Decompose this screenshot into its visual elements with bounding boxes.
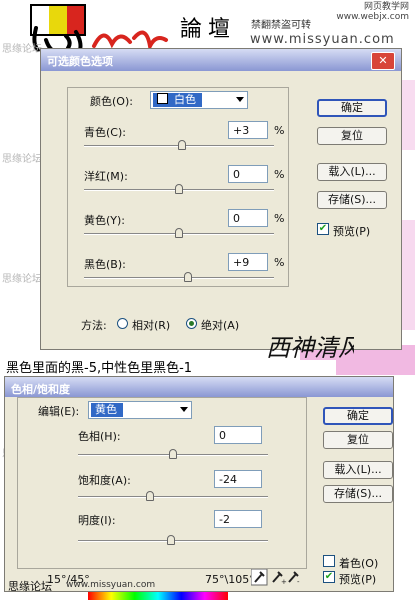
webjx-title: 网页教学网 (363, 2, 409, 12)
colorize-checkbox[interactable]: ✔ (323, 555, 335, 567)
dialog-titlebar[interactable]: 可选颜色选项 ✕ (41, 49, 401, 71)
percent-unit: % (274, 124, 285, 137)
footer-brand: 思缘论坛 (8, 580, 52, 593)
dialog-title: 色相/饱和度 (11, 383, 71, 396)
close-icon[interactable]: ✕ (371, 52, 395, 70)
saturation-label: 饱和度(A): (78, 474, 131, 487)
white-swatch-icon (157, 93, 168, 104)
webjx-url: www.webjx.com (336, 12, 409, 22)
dialog-titlebar[interactable]: 色相/饱和度 (5, 377, 393, 397)
cyan-slider-thumb[interactable] (177, 140, 186, 150)
saturation-value-input[interactable]: -24 (214, 470, 262, 488)
watermark: 思缘论坛 (2, 274, 42, 285)
colors-label: 颜色(O): (90, 95, 133, 108)
webjx-watermark: 网页教学网 www.webjx.com (336, 2, 409, 22)
edit-select[interactable]: 黄色 (88, 401, 192, 419)
colorize-label: 着色(O) (339, 557, 379, 570)
watermark: 思缘论坛 (2, 44, 42, 55)
method-label: 方法: (81, 319, 107, 332)
black-value-input[interactable]: +9 (228, 253, 268, 271)
hue-value-input[interactable]: 0 (214, 426, 262, 444)
save-button[interactable]: 存储(S)... (317, 191, 387, 209)
yellow-value-input[interactable]: 0 (228, 209, 268, 227)
chevron-down-icon (180, 407, 188, 412)
percent-unit: % (274, 256, 285, 269)
cyan-label: 青色(C): (84, 126, 126, 139)
load-button[interactable]: 载入(L)... (317, 163, 387, 181)
load-button[interactable]: 载入(L)... (323, 461, 393, 479)
hue-saturation-dialog: 色相/饱和度 编辑(E): 黄色 色相(H): 0 饱和度(A): -24 明度… (4, 376, 394, 592)
forum-brand: 論壇 (180, 17, 237, 42)
saturation-slider-track[interactable] (78, 496, 268, 498)
ok-button[interactable]: 确定 (323, 407, 393, 425)
colors-select[interactable]: 白色 (150, 91, 248, 109)
relative-label: 相对(R) (132, 319, 171, 332)
magenta-label: 洋红(M): (84, 170, 128, 183)
lightness-value-input[interactable]: -2 (214, 510, 262, 528)
copy-warning: 禁翻禁盗可转 (251, 20, 311, 31)
dialog-title: 可选颜色选项 (47, 55, 113, 68)
hue-label: 色相(H): (78, 430, 121, 443)
black-slider-track[interactable] (84, 277, 274, 279)
magenta-slider-thumb[interactable] (175, 184, 183, 194)
edit-group: 编辑(E): 黄色 色相(H): 0 饱和度(A): -24 明度(I): -2 (17, 397, 307, 569)
percent-unit: % (274, 212, 285, 225)
yellow-label: 黄色(Y): (84, 214, 126, 227)
save-button[interactable]: 存储(S)... (323, 485, 393, 503)
preview-checkbox[interactable]: ✔ (317, 223, 329, 235)
absolute-radio[interactable] (186, 318, 197, 329)
cyan-value-input[interactable]: +3 (228, 121, 268, 139)
colors-select-value: 白色 (174, 93, 196, 106)
site-url: www.missyuan.com (250, 32, 395, 47)
relative-radio[interactable] (117, 318, 128, 329)
footer-url: www.missyuan.com (66, 580, 156, 590)
yellow-slider-thumb[interactable] (175, 228, 183, 238)
hue-slider-thumb[interactable] (169, 449, 177, 459)
absolute-label: 绝对(A) (201, 319, 240, 332)
reset-button[interactable]: 复位 (323, 431, 393, 449)
selective-color-dialog: 可选颜色选项 ✕ 颜色(O): 白色 青色(C): +3 % 洋红(M): 0 … (40, 48, 402, 350)
stamp-text: 西神清风 (266, 334, 354, 362)
preview-label: 预览(P) (333, 225, 371, 238)
ok-button[interactable]: 确定 (317, 99, 387, 117)
edit-label: 编辑(E): (38, 405, 80, 418)
colors-group: 颜色(O): 白色 青色(C): +3 % 洋红(M): 0 % 黄色(Y): … (67, 87, 289, 287)
black-label: 黑色(B): (84, 258, 126, 271)
lightness-label: 明度(I): (78, 514, 116, 527)
edit-select-value: 黄色 (91, 403, 123, 417)
black-slider-thumb[interactable] (183, 272, 192, 282)
percent-unit: % (274, 168, 285, 181)
watermark: 思缘论坛 (2, 154, 42, 165)
lightness-slider-thumb[interactable] (167, 535, 176, 545)
reset-button[interactable]: 复位 (317, 127, 387, 145)
chevron-down-icon (236, 97, 244, 102)
saturation-slider-thumb[interactable] (146, 491, 155, 501)
magenta-value-input[interactable]: 0 (228, 165, 268, 183)
hue-spectrum-bar (88, 592, 228, 600)
